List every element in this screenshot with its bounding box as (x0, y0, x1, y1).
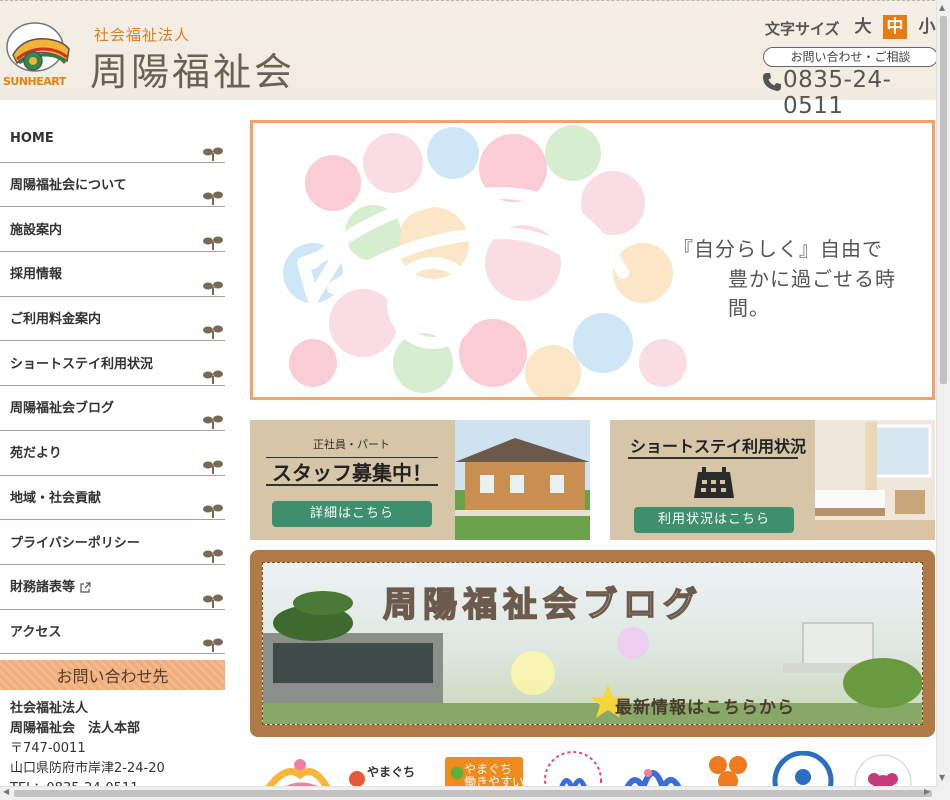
building-photo (455, 420, 590, 540)
scroll-right-arrow-icon[interactable]: ▶ (924, 787, 930, 796)
sidebar-item-blog[interactable]: 周陽福祉会ブログ (0, 386, 225, 431)
calendar-icon (694, 467, 734, 498)
sidebar-item-label: 苑だより (10, 446, 62, 462)
sidebar-item-label: ご利用料金案内 (10, 312, 102, 328)
scroll-up-arrow-icon[interactable]: ▲ (939, 3, 945, 12)
address-street: 山口県防府市岸津2-24-20 (10, 761, 165, 777)
sprout-icon (203, 370, 223, 385)
font-size-label: 文字サイズ (765, 20, 840, 38)
logo-wordmark: SUNHEART (3, 75, 66, 88)
org-name-title[interactable]: 周陽福祉会 (90, 41, 295, 96)
sprout-icon (203, 236, 223, 251)
sidebar-item-facilities[interactable]: 施設案内 (0, 207, 225, 253)
staff-recruit-banner[interactable]: 正社員・パート スタッフ募集中！ 詳細はこちら (250, 420, 590, 540)
vertical-scroll-thumb[interactable] (940, 16, 947, 384)
sidebar-item-label: 周陽福祉会ブログ (10, 401, 115, 417)
hero-banner: 『自分らしく』自由で 豊かに過ごせる時間。 (250, 120, 935, 400)
sidebar-item-access[interactable]: アクセス (0, 610, 225, 655)
sidebar-item-privacy[interactable]: プライバシーポリシー (0, 520, 225, 565)
sprout-icon (203, 415, 223, 429)
sprout-icon (203, 325, 223, 340)
staff-banner-title: スタッフ募集中！ (272, 461, 432, 485)
sidebar-item-short-stay[interactable]: ショートステイ利用状況 (0, 341, 225, 387)
sidebar-item-about[interactable]: 周陽福祉会について (0, 163, 225, 208)
sprout-icon (203, 504, 223, 519)
sidebar-item-label: 採用情報 (10, 267, 63, 283)
address-org-name: 周陽福祉会 法人本部 (10, 721, 141, 737)
sprout-icon (203, 594, 223, 608)
partner-logo-yamaguchi-text: やまぐち (367, 765, 416, 779)
sidebar-item-label: 地域・社会貢献 (10, 490, 102, 506)
sidebar-item-label: プライバシーポリシー (10, 535, 140, 551)
staff-details-button[interactable]: 詳細はこちら (272, 501, 432, 527)
short-stay-banner-title: ショートステイ利用状況 (630, 437, 807, 456)
staff-banner-employment-type: 正社員・パート (313, 438, 390, 451)
page: SUNHEART 社会福祉法人 周陽福祉会 文字サイズ 大 中 小 お問い合わせ… (0, 0, 950, 800)
sidebar-item-community[interactable]: 地域・社会貢献 (0, 476, 225, 521)
address-org-type: 社会福祉法人 (10, 701, 89, 717)
staff-banner-rule (266, 484, 438, 486)
external-link-icon (80, 582, 91, 593)
scroll-down-arrow-icon[interactable]: ▼ (939, 773, 945, 782)
sidebar-item-recruit[interactable]: 採用情報 (0, 252, 225, 297)
sidebar-item-label: ショートステイ利用状況 (10, 356, 154, 372)
font-size-large-button[interactable]: 大 (851, 15, 875, 39)
mascot-icon (450, 766, 464, 780)
blog-banner[interactable]: 周陽福祉会ブログ 最新情報はこちらから (250, 550, 935, 737)
horizontal-scroll-thumb[interactable] (14, 790, 932, 797)
short-stay-status-button[interactable]: 利用状況はこちら (634, 507, 794, 533)
sprout-icon (203, 281, 223, 295)
sidebar-item-fees[interactable]: ご利用料金案内 (0, 297, 225, 342)
sidebar-item-financials[interactable]: 財務諸表等 (0, 565, 225, 610)
blog-banner-title: 周陽福祉会ブログ (382, 584, 703, 626)
sidebar-item-label: 周陽福祉会について (10, 178, 127, 194)
room-photo (815, 420, 935, 540)
scroll-left-arrow-icon[interactable]: ◀ (3, 787, 9, 796)
hero-tagline-line1: 『自分らしく』自由で (673, 237, 883, 261)
sidebar-item-label: 財務諸表等 (10, 580, 76, 596)
site-header: SUNHEART 社会福祉法人 周陽福祉会 文字サイズ 大 中 小 お問い合わせ… (0, 0, 950, 119)
blog-banner-inner: 周陽福祉会ブログ 最新情報はこちらから (262, 562, 923, 725)
phone-number[interactable]: 0835-24-0511 (783, 67, 950, 119)
sprout-icon (203, 460, 223, 474)
blog-banner-subtitle: 最新情報はこちらから (615, 698, 795, 718)
sidebar-item-newsletter[interactable]: 苑だより (0, 431, 225, 476)
font-size-medium-button[interactable]: 中 (883, 15, 907, 39)
scrollbar-corner (936, 786, 950, 800)
phone-icon (763, 73, 781, 91)
sidebar-item-home[interactable]: HOME (0, 118, 225, 163)
sidebar-item-label: HOME (10, 131, 54, 147)
contact-consult-label: お問い合わせ・ご相談 (763, 47, 938, 67)
sidebar-nav: HOME 周陽福祉会について 施設案内 採用情報 ご利用料金案内 ショートステイ… (0, 118, 225, 800)
short-stay-banner-rule (628, 457, 798, 459)
contact-heading: お問い合わせ先 (0, 660, 225, 691)
sprout-icon (203, 147, 223, 161)
sidebar-item-label: アクセス (10, 624, 62, 640)
sidebar-item-label: 施設案内 (10, 222, 63, 238)
sprout-icon (203, 191, 223, 206)
sprout-icon (203, 638, 223, 653)
short-stay-status-banner[interactable]: ショートステイ利用状況 利用状況はこちら (610, 420, 935, 540)
address-postal: 〒747-0011 (10, 741, 86, 757)
contact-address: 社会福祉法人 周陽福祉会 法人本部 〒747-0011 山口県防府市岸津2-24… (0, 690, 225, 800)
sprout-icon (203, 549, 223, 563)
hero-tagline-line2: 豊かに過ごせる時間。 (728, 267, 896, 320)
